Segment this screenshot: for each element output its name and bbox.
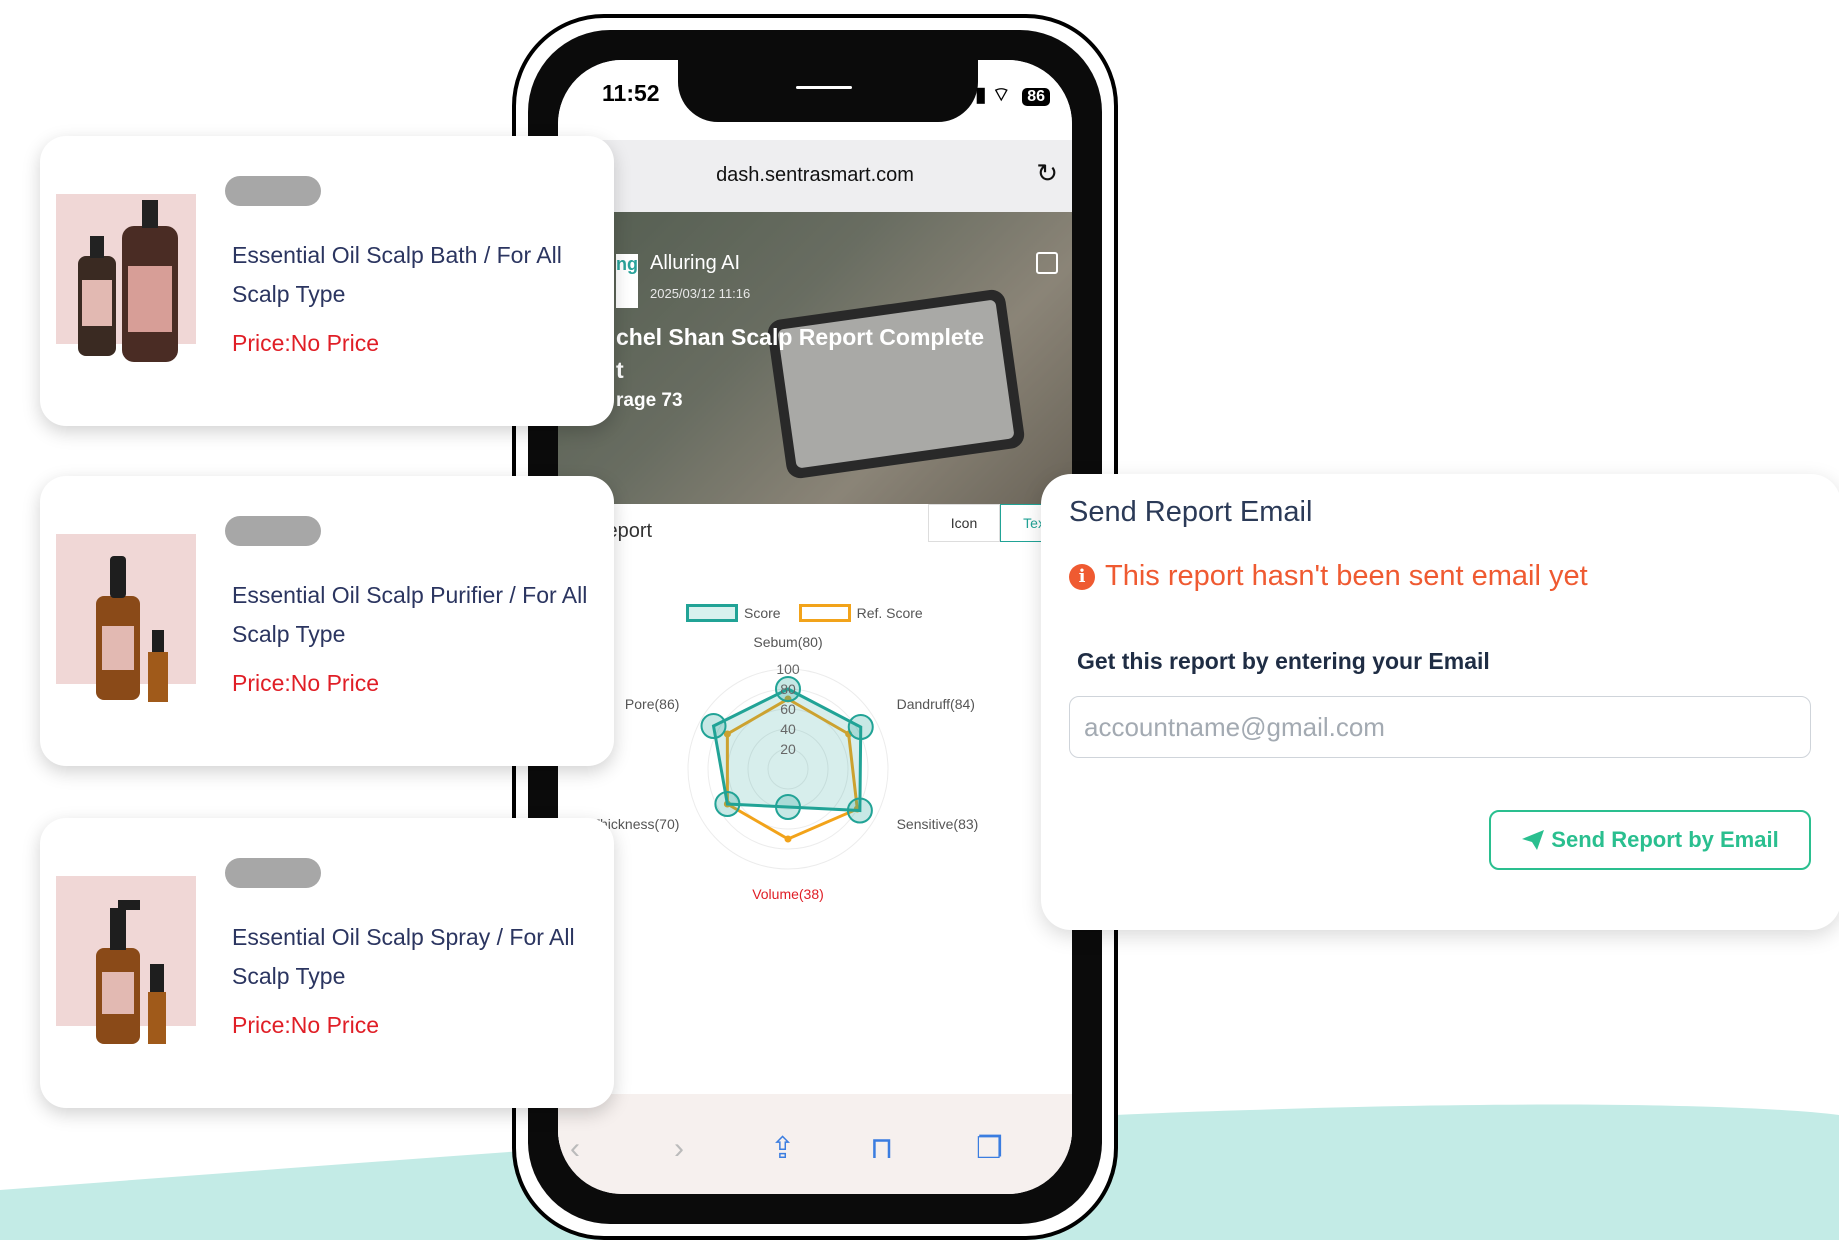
status-bar: 11:52 ▮ ⌔ 86 xyxy=(558,60,1072,140)
radar-tick-label: 60 xyxy=(780,701,796,717)
product-card[interactable]: Essential Oil Scalp Purifier / For All S… xyxy=(40,476,614,766)
status-time: 11:52 xyxy=(602,80,660,106)
send-email-panel: Send Report Email i This report hasn't b… xyxy=(1041,474,1839,930)
radar-tick-label: 40 xyxy=(780,721,796,737)
info-icon: i xyxy=(1069,563,1095,590)
tabs-icon[interactable]: ❐ xyxy=(976,1131,1003,1166)
paper-plane-icon xyxy=(1522,830,1545,850)
report-hero: ng Alluring AI 2025/03/12 11:16 chel Sha… xyxy=(558,212,1072,504)
radar-chart: 20 40 60 80 100 Sebum(80) Dandruff(84) Sensitiv… xyxy=(591,634,979,902)
product-name[interactable]: Essential Oil Scalp Spray / For All Scal… xyxy=(232,918,592,996)
hero-title-line1: chel Shan Scalp Report Complete xyxy=(616,324,985,350)
radar-point xyxy=(847,714,874,740)
brand-logo: ng xyxy=(616,254,638,308)
email-label: Get this report by entering your Email xyxy=(1077,648,1490,674)
phone-bezel: 11:52 ▮ ⌔ 86 dash.sentrasmart.com ↻ ng A… xyxy=(528,30,1102,1224)
scan-icon[interactable] xyxy=(1036,252,1058,274)
radar-axis-label: Sensitive(83) xyxy=(897,816,979,832)
product-card[interactable]: Essential Oil Scalp Bath / For All Scalp… xyxy=(40,136,614,426)
reload-icon[interactable]: ↻ xyxy=(1036,158,1058,189)
hero-title-line2: t xyxy=(616,357,624,383)
product-name[interactable]: Essential Oil Scalp Purifier / For All S… xyxy=(232,576,592,654)
wifi-icon: ⌔ xyxy=(991,84,1011,106)
battery-icon: 86 xyxy=(1022,88,1050,106)
radar-tick-label: 20 xyxy=(780,741,796,757)
hero-title: chel Shan Scalp Report Complete t xyxy=(616,324,984,384)
browser-toolbar: ‹ › ⇪ ⊓ ❐ xyxy=(558,1094,1072,1194)
send-report-button[interactable]: Send Report by Email xyxy=(1489,810,1811,870)
product-image xyxy=(96,900,166,1044)
radar-point xyxy=(784,835,792,843)
send-report-label: Send Report by Email xyxy=(1551,827,1779,852)
radar-point xyxy=(714,791,741,817)
status-icons: ▮ ⌔ 86 xyxy=(975,82,1050,107)
product-image xyxy=(78,200,178,362)
radar-axis-label: Pore(86) xyxy=(625,696,679,712)
radar-tick-label: 100 xyxy=(776,661,800,677)
bookmarks-icon[interactable]: ⊓ xyxy=(870,1131,893,1166)
signal-icon: ▮ xyxy=(975,84,987,106)
product-badge xyxy=(225,858,321,888)
product-name[interactable]: Essential Oil Scalp Bath / For All Scalp… xyxy=(232,236,592,314)
product-card[interactable]: Essential Oil Scalp Spray / For All Scal… xyxy=(40,818,614,1108)
radar-point xyxy=(775,794,801,820)
browser-url-bar[interactable]: dash.sentrasmart.com ↻ xyxy=(558,140,1072,212)
email-panel-title: Send Report Email xyxy=(1069,496,1313,528)
share-icon[interactable]: ⇪ xyxy=(770,1131,795,1166)
radar-tick-label: 80 xyxy=(780,681,796,697)
product-image xyxy=(96,556,168,702)
hero-date: 2025/03/12 11:16 xyxy=(650,286,751,301)
email-input[interactable] xyxy=(1069,696,1811,758)
back-icon[interactable]: ‹ xyxy=(570,1132,580,1166)
product-price: Price:No Price xyxy=(232,330,379,356)
notch xyxy=(678,60,978,122)
radar-axis-label: Volume(38) xyxy=(752,886,824,902)
product-price: Price:No Price xyxy=(232,1012,379,1038)
hero-average: rage 73 xyxy=(616,390,683,411)
radar-point xyxy=(700,713,727,739)
email-warning-text: This report hasn't been sent email yet xyxy=(1105,560,1588,592)
email-warning: i This report hasn't been sent email yet xyxy=(1069,560,1588,593)
product-badge xyxy=(225,176,321,206)
url-text[interactable]: dash.sentrasmart.com xyxy=(558,164,1072,187)
radar-axis-label: Dandruff(84) xyxy=(897,696,975,712)
radar-point xyxy=(846,797,873,824)
hero-brand: Alluring AI xyxy=(650,252,741,274)
forward-icon[interactable]: › xyxy=(674,1132,684,1166)
report-panel: Report Icon Text Score Ref. Score 20 40 60… xyxy=(558,504,1072,1144)
radar-axis-label: Sebum(80) xyxy=(753,634,822,650)
product-badge xyxy=(225,516,321,546)
phone-screen: 11:52 ▮ ⌔ 86 dash.sentrasmart.com ↻ ng A… xyxy=(558,60,1072,1194)
product-price: Price:No Price xyxy=(232,670,379,696)
